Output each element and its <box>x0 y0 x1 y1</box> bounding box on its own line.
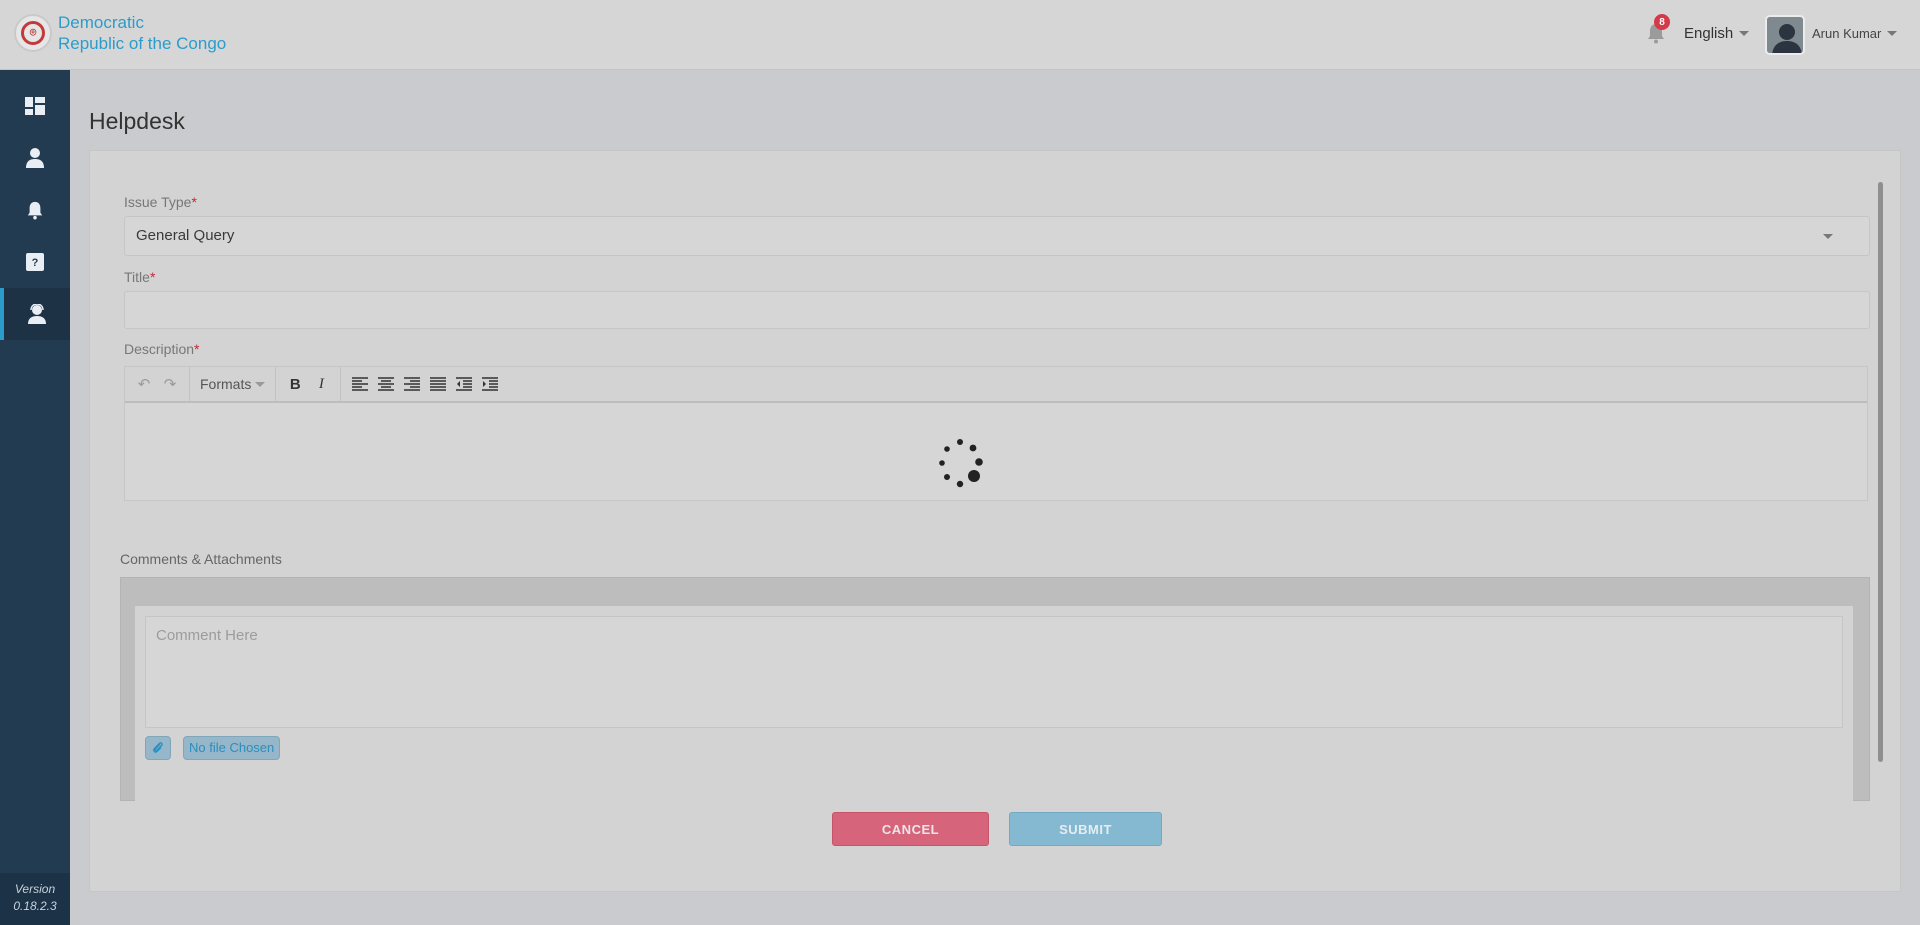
language-label: English <box>1684 25 1734 42</box>
comment-textarea[interactable]: Comment Here <box>145 616 1843 728</box>
undo-icon[interactable]: ↶ <box>131 371 157 397</box>
outdent-icon[interactable] <box>451 371 477 397</box>
chevron-down-icon <box>255 381 266 387</box>
user-icon <box>26 148 44 168</box>
notification-count-badge: 8 <box>1654 14 1670 30</box>
sidebar-item-notifications[interactable] <box>0 184 70 236</box>
top-header: ⌾ Democratic Republic of the Congo 8 Eng… <box>0 0 1920 70</box>
language-selector[interactable]: English <box>1684 25 1750 42</box>
issue-type-label: Issue Type* <box>124 194 197 210</box>
version-label: Version <box>14 882 56 896</box>
align-center-icon[interactable] <box>373 371 399 397</box>
description-editor[interactable]: ↶ ↷ Formats B I <box>124 366 1868 501</box>
title-label: Title* <box>124 269 155 285</box>
submit-button[interactable]: SUBMIT <box>1009 812 1162 846</box>
style-group: B I <box>276 367 342 401</box>
formats-dropdown[interactable]: Formats <box>196 376 269 392</box>
cancel-button[interactable]: CANCEL <box>832 812 989 846</box>
formats-group: Formats <box>190 367 277 401</box>
description-label: Description* <box>124 341 199 357</box>
required-asterisk: * <box>194 341 200 357</box>
sidebar: ? Version 0.18.2.3 <box>0 70 70 925</box>
comments-panel: Comment Here No file Chosen <box>120 577 1870 802</box>
issue-type-label-text: Issue Type <box>124 194 192 210</box>
issue-type-select[interactable]: General Query <box>124 216 1870 256</box>
dashboard-icon <box>25 97 45 115</box>
page-title: Helpdesk <box>89 108 185 134</box>
bell-icon <box>27 201 43 220</box>
comment-composer: Comment Here No file Chosen <box>135 606 1853 802</box>
brand-line-2: Republic of the Congo <box>58 34 227 53</box>
title-input[interactable] <box>124 291 1870 329</box>
align-justify-icon[interactable] <box>425 371 451 397</box>
form-scrollbar[interactable] <box>1878 182 1883 762</box>
help-icon: ? <box>26 253 44 271</box>
formats-label: Formats <box>200 376 252 392</box>
chevron-down-icon <box>1739 31 1750 36</box>
emblem-icon: ⌾ <box>21 21 45 45</box>
sidebar-item-helpdesk[interactable] <box>0 288 70 340</box>
comment-placeholder: Comment Here <box>156 627 258 644</box>
description-label-text: Description <box>124 341 195 357</box>
required-asterisk: * <box>149 269 156 285</box>
bold-icon[interactable]: B <box>282 371 308 397</box>
chevron-down-icon <box>1823 234 1833 239</box>
user-name: Arun Kumar <box>1812 26 1882 41</box>
support-agent-icon <box>28 304 46 324</box>
italic-icon[interactable]: I <box>308 371 334 397</box>
editor-toolbar: ↶ ↷ Formats B I <box>125 367 1867 403</box>
indent-icon[interactable] <box>477 371 503 397</box>
align-left-icon[interactable] <box>347 371 373 397</box>
chevron-down-icon <box>1887 31 1898 36</box>
paperclip-icon <box>153 742 163 753</box>
user-avatar[interactable] <box>1765 15 1805 55</box>
version-number: 0.18.2.3 <box>13 899 57 913</box>
redo-icon[interactable]: ↷ <box>157 371 183 397</box>
sidebar-item-profile[interactable] <box>0 132 70 184</box>
app-version: Version 0.18.2.3 <box>0 873 70 925</box>
attach-file-button[interactable] <box>145 736 171 760</box>
loading-spinner-icon <box>939 439 983 488</box>
required-asterisk: * <box>191 194 197 210</box>
align-right-icon[interactable] <box>399 371 425 397</box>
sidebar-item-dashboard[interactable] <box>0 80 70 132</box>
brand-line-1: Democratic <box>58 13 144 32</box>
title-label-text: Title <box>124 269 150 285</box>
user-silhouette-icon <box>1767 17 1803 53</box>
sidebar-item-faq[interactable]: ? <box>0 236 70 288</box>
congo-emblem-logo[interactable]: ⌾ <box>14 14 52 52</box>
issue-type-value: General Query <box>136 227 235 244</box>
svg-text:?: ? <box>32 257 39 269</box>
brand-name[interactable]: Democratic Republic of the Congo <box>58 12 226 54</box>
comments-attachments-label: Comments & Attachments <box>120 551 282 567</box>
user-menu[interactable]: Arun Kumar <box>1812 26 1898 41</box>
align-group <box>341 367 509 401</box>
history-group: ↶ ↷ <box>125 367 190 401</box>
file-status-chip: No file Chosen <box>183 736 281 760</box>
